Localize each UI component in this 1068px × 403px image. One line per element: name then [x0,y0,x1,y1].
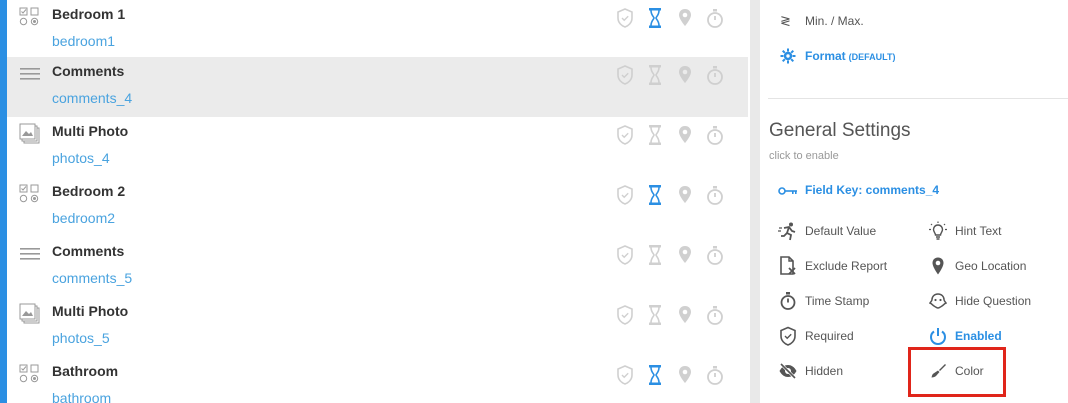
field-row-photos-5[interactable]: Multi Photo photos_5 [7,297,748,357]
setting-label: Enabled [955,329,1002,343]
lines-icon [19,243,41,265]
stopwatch-icon[interactable] [705,6,725,30]
stopwatch-icon[interactable] [705,183,725,207]
setting-label: Default Value [805,224,877,238]
field-title: Comments [52,243,125,259]
row-actions [615,303,735,327]
stopwatch-icon[interactable] [705,123,725,147]
row-actions [615,363,735,387]
setting-label: Required [805,329,854,343]
hourglass-icon[interactable] [645,243,665,267]
minmax-label: Min. / Max. [805,14,864,28]
greater-less-icon: ≷ [780,13,791,28]
setting-label: Time Stamp [805,294,870,308]
row-actions [615,6,735,30]
photos-icon [19,123,41,145]
shield-icon[interactable] [615,303,635,327]
shield-icon[interactable] [615,363,635,387]
lines-icon [19,63,41,85]
general-settings-title: General Settings [769,120,911,141]
field-key: bedroom1 [52,33,116,49]
stopwatch-icon[interactable] [705,363,725,387]
map-pin-icon[interactable] [675,6,695,30]
map-pin-icon[interactable] [675,63,695,87]
field-key-label: Field Key: comments_4 [805,183,940,197]
field-key: bedroom2 [52,210,116,226]
hide-question-icon [928,291,948,311]
map-pin-icon[interactable] [675,123,695,147]
field-row-bathroom[interactable]: Bathroom bathroom [7,357,748,403]
section-accent-bar [0,0,7,403]
field-key: bathroom [52,390,112,403]
map-pin-icon[interactable] [675,243,695,267]
shield-icon[interactable] [615,63,635,87]
field-key: photos_5 [52,330,110,346]
field-title: Multi Photo [52,303,129,319]
lightbulb-icon [928,221,948,241]
row-actions [615,63,735,87]
hourglass-icon[interactable] [645,123,665,147]
general-settings-subtitle: click to enable [769,150,839,162]
field-key: comments_5 [52,270,133,286]
shield-icon[interactable] [615,243,635,267]
setting-label: Hint Text [955,224,1002,238]
field-title: Bathroom [52,363,119,379]
hourglass-icon[interactable] [645,63,665,87]
exclude-file-icon [778,256,798,276]
shield-icon[interactable] [615,183,635,207]
stopwatch-icon [778,291,798,311]
row-actions [615,123,735,147]
hourglass-icon[interactable] [645,363,665,387]
field-row-bedroom1[interactable]: Bedroom 1 bedroom1 [7,0,748,60]
field-row-comments-4[interactable]: Comments comments_4 [7,57,748,117]
power-icon [928,326,948,346]
color-option-highlight [908,347,1006,397]
format-default: (DEFAULT) [848,52,896,62]
panel-divider[interactable] [750,0,760,403]
hourglass-icon[interactable] [645,6,665,30]
field-row-bedroom2[interactable]: Bedroom 2 bedroom2 [7,177,748,237]
hourglass-icon[interactable] [645,183,665,207]
format-label-group: Format (DEFAULT) [805,49,896,63]
field-key: comments_4 [52,90,133,106]
format-label: Format [805,49,846,63]
setting-label: Exclude Report [805,259,888,273]
field-title: Bedroom 1 [52,6,126,22]
stopwatch-icon[interactable] [705,303,725,327]
map-pin-icon[interactable] [675,363,695,387]
checkbox-radio-icon [19,6,41,28]
shield-icon[interactable] [615,6,635,30]
row-actions [615,243,735,267]
field-row-photos-4[interactable]: Multi Photo photos_4 [7,117,748,177]
shield-icon [778,326,798,346]
runner-icon [778,221,798,241]
field-key: photos_4 [52,150,110,166]
field-title: Multi Photo [52,123,129,139]
row-actions [615,183,735,207]
checkbox-radio-icon [19,183,41,205]
gear-icon [780,48,796,64]
section-divider [768,98,1068,99]
setting-label: Hide Question [955,294,1032,308]
map-pin-icon[interactable] [675,303,695,327]
shield-icon[interactable] [615,123,635,147]
key-icon [778,184,798,196]
hourglass-icon[interactable] [645,303,665,327]
map-pin-icon[interactable] [675,183,695,207]
settings-panel: ≷ Min. / Max. Format (DEFAULT) General Se… [760,0,1068,403]
map-pin-icon [928,256,948,276]
stopwatch-icon[interactable] [705,243,725,267]
stopwatch-icon[interactable] [705,63,725,87]
photos-icon [19,303,41,325]
setting-label: Geo Location [955,259,1027,273]
field-list: Bedroom 1 bedroom1 Comments comments_4 M… [0,0,750,403]
app-root: Bedroom 1 bedroom1 Comments comments_4 M… [0,0,1068,403]
checkbox-radio-icon [19,363,41,385]
field-title: Bedroom 2 [52,183,126,199]
field-title: Comments [52,63,125,79]
setting-label: Hidden [805,364,844,378]
field-row-comments-5[interactable]: Comments comments_5 [7,237,748,297]
eye-slash-icon [778,361,798,381]
